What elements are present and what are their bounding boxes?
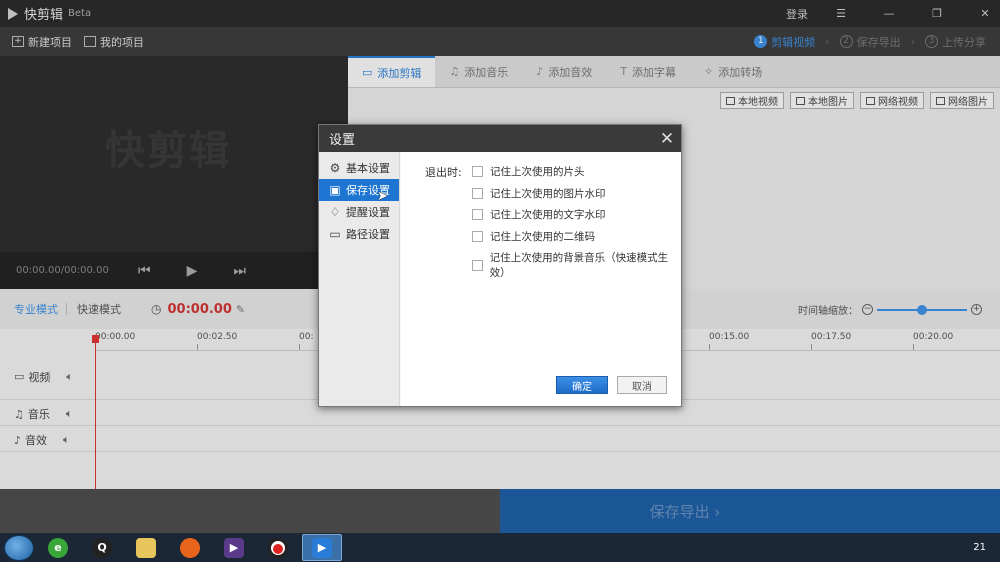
save-icon: ▣ [329, 183, 341, 197]
taskbar-app-kuaijianji[interactable]: ▶ [302, 534, 342, 561]
option-2[interactable]: 记住上次使用的文字水印 [472, 207, 606, 222]
exit-label: 退出时: [425, 166, 462, 179]
nav-label: 基本设置 [346, 162, 390, 175]
folder-icon: ▭ [329, 227, 341, 241]
dialog-close-icon[interactable]: ✕ [653, 129, 681, 149]
checkbox[interactable] [472, 209, 483, 220]
dialog-content: 退出时: 确定 取消 记住上次使用的片头记住上次使用的图片水印 记住上次使用的文字… [401, 152, 681, 406]
mouse-cursor-icon: ➤ [377, 189, 388, 204]
nav-item-0[interactable]: ⚙ 基本设置 [319, 157, 399, 179]
start-button[interactable] [4, 534, 34, 561]
nav-label: 提醒设置 [346, 206, 390, 219]
option-3[interactable]: 记住上次使用的二维码 [472, 229, 595, 244]
option-label: 记住上次使用的背景音乐（快速模式生效） [489, 252, 669, 279]
taskbar-app-firefox[interactable] [170, 534, 210, 561]
nav-label: 路径设置 [346, 228, 390, 241]
option-1[interactable]: 记住上次使用的图片水印 [472, 186, 606, 201]
ok-button[interactable]: 确定 [556, 376, 608, 394]
option-label: 记住上次使用的二维码 [490, 230, 595, 243]
cancel-button[interactable]: 取消 [617, 376, 667, 394]
taskbar-app-recorder[interactable] [258, 534, 298, 561]
nav-item-3[interactable]: ▭ 路径设置 [319, 223, 399, 245]
option-label: 记住上次使用的文字水印 [490, 209, 606, 221]
checkbox[interactable] [472, 166, 483, 177]
checkbox[interactable] [472, 230, 483, 242]
taskbar-app-qq[interactable]: Q [82, 534, 122, 561]
dialog-titlebar: 设置 ✕ [319, 125, 681, 152]
taskbar-app-explorer[interactable] [126, 534, 166, 561]
windows-taskbar: e Q ▶ ▶ 21 [0, 533, 1000, 562]
bell-icon: ♢ [329, 205, 341, 219]
checkbox[interactable] [472, 187, 483, 199]
option-0[interactable]: 记住上次使用的片头 [472, 164, 585, 179]
gear-icon: ⚙ [329, 161, 341, 175]
taskbar-app-media[interactable]: ▶ [214, 534, 254, 561]
option-label: 记住上次使用的图片水印 [490, 187, 606, 200]
settings-dialog: 设置 ✕ ⚙ 基本设置 ▣ 保存设置 ♢ 提醒设置 ▭ 路径设置 ➤ 退出时: 确定 取消 记… [318, 124, 682, 407]
dialog-title: 设置 [329, 133, 356, 148]
tray-clock: 21 [973, 542, 986, 553]
option-label: 记住上次使用的片头 [490, 166, 585, 178]
checkbox[interactable] [472, 259, 483, 271]
option-4[interactable]: 记住上次使用的背景音乐（快速模式生效） [472, 250, 681, 280]
taskbar-app-360[interactable]: e [38, 534, 78, 561]
nav-item-2[interactable]: ♢ 提醒设置 [319, 201, 399, 223]
